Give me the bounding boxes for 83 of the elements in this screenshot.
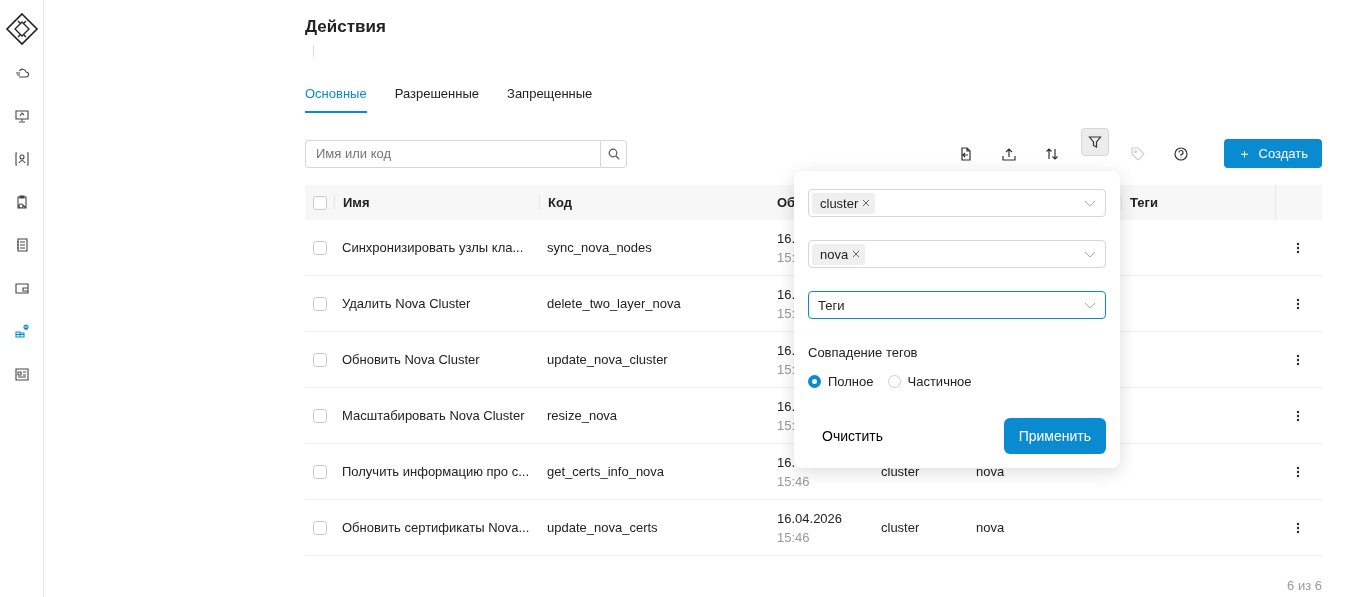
select-all-checkbox[interactable]: [313, 195, 327, 210]
create-button[interactable]: ＋ Создать: [1223, 139, 1322, 168]
table-cell-text: cluster: [880, 520, 920, 535]
row-checkbox[interactable]: [313, 352, 327, 367]
cloud-icon: [14, 66, 29, 80]
table-cell-text: update_nova_certs: [546, 520, 659, 535]
person-icon: [14, 152, 29, 166]
apply-button[interactable]: Применить: [1003, 418, 1106, 454]
table-cell-text: Синхронизировать узлы кла...: [341, 240, 525, 255]
search-button[interactable]: [600, 139, 627, 168]
tag-chip: cluster: [812, 192, 876, 214]
remove-icon[interactable]: [852, 250, 861, 258]
row-checkbox[interactable]: [313, 296, 327, 311]
clipboard-icon: [14, 195, 29, 209]
match-label: Совпадение тегов: [808, 345, 919, 360]
filter-button[interactable]: [1080, 128, 1109, 156]
tag-select[interactable]: Теги: [808, 291, 1106, 319]
radio-button[interactable]: [808, 375, 821, 388]
tab[interactable]: Разрешенные: [394, 80, 480, 113]
date-text: 16.: [777, 398, 796, 414]
help-icon: [1173, 146, 1188, 161]
upload-icon: [1001, 146, 1016, 161]
row-checkbox[interactable]: [313, 240, 327, 255]
chevron-down-icon: [1084, 302, 1096, 309]
row-checkbox[interactable]: [313, 464, 327, 479]
date-text: 16.: [777, 230, 796, 246]
tag-select[interactable]: cluster: [808, 189, 1106, 217]
clear-button[interactable]: Очистить: [808, 428, 897, 444]
row-checkbox[interactable]: [313, 520, 327, 535]
date-text: 16.: [777, 286, 796, 302]
table-cell-text: resize_nova: [546, 408, 619, 423]
chevron-down-icon: [1084, 251, 1096, 258]
time-text: 15:: [777, 305, 796, 321]
time-text: 15:46: [777, 529, 810, 545]
list-icon: [14, 238, 29, 252]
remove-icon[interactable]: [862, 199, 871, 207]
radio-option[interactable]: Частичное: [887, 374, 972, 389]
table-cell-text: Обновить Nova Cluster: [341, 352, 481, 367]
table-cell-text: Обновить сертификаты Nova...: [341, 520, 531, 535]
tag-input[interactable]: Теги: [812, 297, 1102, 313]
tab[interactable]: Основные: [305, 80, 367, 113]
filter-icon: [1087, 135, 1102, 149]
table-cell-text: Масштабировать Nova Cluster: [341, 408, 526, 423]
logo-icon: [4, 12, 39, 46]
flow-icon: [14, 324, 29, 338]
time-text: 15:: [777, 361, 796, 377]
grid-icon: [14, 367, 29, 381]
wallet-icon: [14, 281, 29, 295]
row-count: 6 из 6: [1287, 578, 1322, 593]
table-cell-text: sync_nova_nodes: [546, 240, 653, 255]
tab[interactable]: Запрещенные: [507, 80, 593, 113]
monitor-icon: [14, 109, 29, 123]
table-cell-text: cluster: [880, 464, 920, 479]
radio-option[interactable]: Полное: [808, 374, 874, 389]
tag-select[interactable]: nova: [808, 240, 1106, 268]
search-field[interactable]: Имя или код: [305, 139, 600, 168]
date-text: 16.: [777, 454, 796, 470]
table-cell-text: delete_two_layer_nova: [546, 296, 682, 311]
table-cell-text: update_nova_cluster: [546, 352, 669, 367]
tag-icon: [1130, 146, 1145, 161]
column-header: Код: [539, 195, 769, 210]
sort-icon: [1044, 146, 1059, 161]
table-cell-text: Получить информацию про с...: [341, 464, 531, 479]
date-text: 16.: [777, 342, 796, 358]
time-text: 15:46: [777, 473, 810, 489]
tag-chip: nova: [812, 243, 866, 265]
column-header: Имя: [334, 195, 539, 210]
page-title: Действия: [305, 17, 387, 37]
radio-label: Полное: [828, 374, 874, 389]
row-checkbox[interactable]: [313, 408, 327, 423]
column-header: Об: [777, 195, 796, 210]
column-header: Теги: [1121, 195, 1275, 210]
chevron-down-icon: [1084, 200, 1096, 207]
import-icon: [958, 146, 973, 161]
time-text: 15:: [777, 417, 796, 433]
time-text: 15:: [777, 249, 796, 265]
table-cell-text: get_certs_info_nova: [546, 464, 666, 479]
search-icon: [607, 147, 620, 160]
date-text: 16.04.2026: [777, 510, 843, 526]
table-cell-text: Удалить Nova Cluster: [341, 296, 472, 311]
radio-label: Частичное: [907, 374, 972, 389]
table-cell-text: nova: [975, 520, 1005, 535]
table-cell-text: nova: [975, 464, 1005, 479]
